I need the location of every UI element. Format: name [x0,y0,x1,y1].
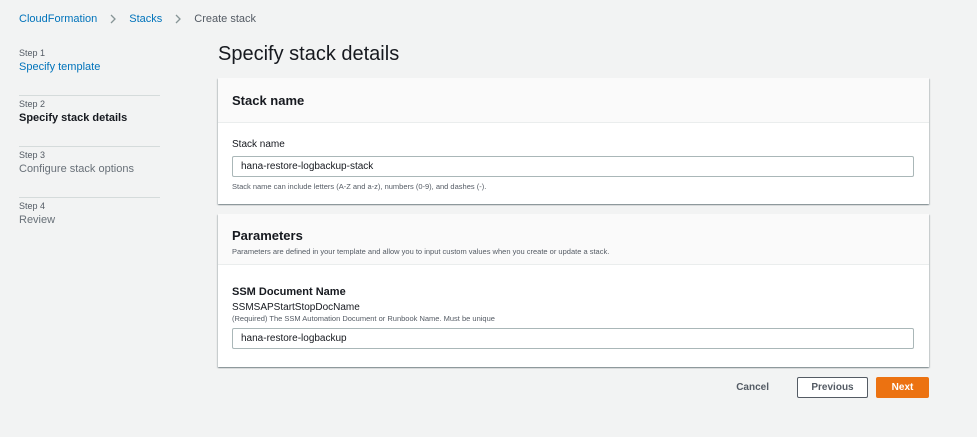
step-2-label: Specify stack details [19,112,128,124]
panel-title: Stack name [232,93,305,108]
step-number: Step 4 [19,201,46,211]
ssm-document-name-input[interactable] [232,328,914,349]
step-number: Step 3 [19,150,46,160]
cancel-button[interactable]: Cancel [722,377,783,398]
stack-name-panel: Stack name Stack name Stack name can inc… [218,78,929,204]
breadcrumb-cloudformation[interactable]: CloudFormation [19,13,97,25]
panel-title: Parameters [232,228,303,243]
panel-header: Stack name [218,78,929,123]
stack-name-label: Stack name [232,139,285,150]
wizard-steps: Step 1 Specify template Step 2 Specify s… [19,45,160,249]
stack-name-hint: Stack name can include letters (A-Z and … [232,182,487,191]
panel-body: SSM Document Name SSMSAPStartStopDocName… [218,265,929,349]
panel-body: Stack name Stack name can include letter… [218,123,929,191]
breadcrumb: CloudFormation Stacks Create stack [19,12,256,26]
next-button[interactable]: Next [876,377,929,398]
stack-name-input[interactable] [232,156,914,177]
panel-header: Parameters Parameters are defined in you… [218,214,929,265]
step-number: Step 1 [19,48,46,58]
wizard-actions: Cancel Previous Next [722,377,929,398]
step-number: Step 2 [19,99,46,109]
page-title: Specify stack details [218,43,400,65]
parameter-description: (Required) The SSM Automation Document o… [232,314,495,323]
step-2: Step 2 Specify stack details [19,96,160,147]
step-3-label: Configure stack options [19,163,134,175]
step-1: Step 1 Specify template [19,45,160,96]
parameter-group-title: SSM Document Name [232,286,346,298]
step-4-label: Review [19,214,56,226]
parameters-panel: Parameters Parameters are defined in you… [218,214,929,367]
page: CloudFormation Stacks Create stack Step … [0,0,977,437]
step-3: Step 3 Configure stack options [19,147,160,198]
breadcrumb-create-stack: Create stack [194,13,257,25]
step-4: Step 4 Review [19,198,160,249]
breadcrumb-stacks[interactable]: Stacks [129,13,162,25]
parameter-key: SSMSAPStartStopDocName [232,302,360,313]
parameters-description: Parameters are defined in your template … [232,247,610,256]
step-1-link[interactable]: Specify template [19,59,160,75]
previous-button[interactable]: Previous [797,377,868,398]
chevron-right-icon [108,14,118,24]
chevron-right-icon [173,14,183,24]
